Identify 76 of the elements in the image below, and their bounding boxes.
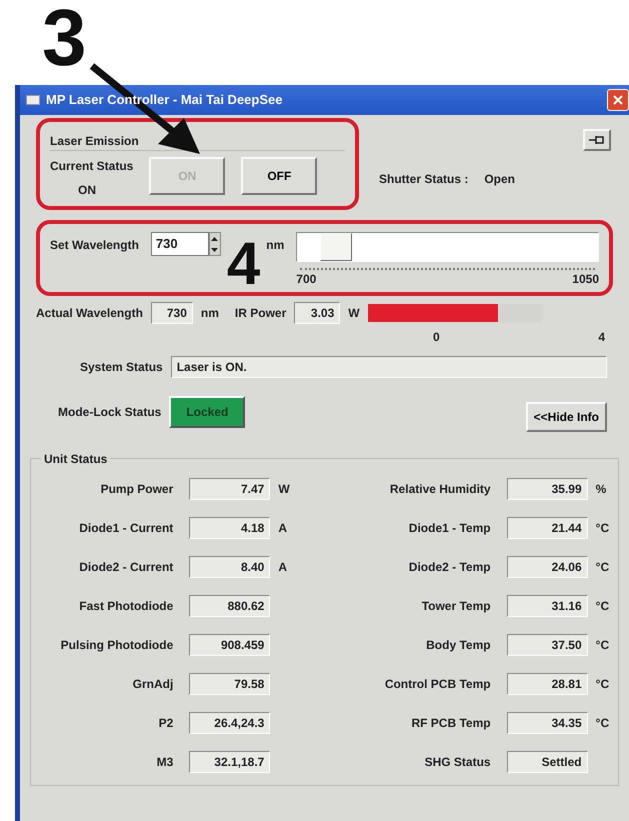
close-icon [613, 95, 623, 105]
readout-field: 37.50 [506, 634, 588, 656]
readout-field: 24.06 [506, 556, 588, 578]
field-label: Diode2 - Current [78, 558, 174, 576]
pin-button[interactable] [583, 129, 611, 151]
scale-label: 1050 [572, 271, 599, 288]
unit-label: A [277, 520, 288, 536]
unit-label: nm [266, 237, 284, 254]
system-status-label: System Status [80, 359, 163, 376]
slider-thumb[interactable] [320, 233, 352, 261]
mode-lock-label: Mode-Lock Status [58, 404, 162, 421]
annotation-number: 4 [226, 240, 260, 288]
field-label: P2 [158, 714, 174, 732]
field-label: Diode1 - Temp [408, 520, 491, 536]
readout-field: 35.99 [506, 478, 588, 500]
field-label: Body Temp [425, 636, 491, 654]
field-label: Pulsing Photodiode [60, 636, 174, 654]
field-label: Relative Humidity [388, 480, 491, 498]
off-button[interactable]: OFF [241, 157, 318, 195]
unit-label: °C [594, 714, 610, 732]
unit-label: A [277, 558, 288, 576]
field-label: Diode1 - Current [78, 520, 174, 536]
status-label: Current Status [50, 158, 134, 175]
up-arrow-icon [211, 236, 218, 240]
readout-field: Settled [506, 750, 588, 772]
field-label: Diode2 - Temp [408, 558, 491, 576]
shutter-value: Open [484, 171, 516, 188]
field-label: RF PCB Temp [410, 714, 491, 732]
unit-label: °C [594, 636, 610, 654]
field-label: Tower Temp [420, 598, 491, 614]
unit-label: nm [200, 305, 219, 322]
unit-label: °C [594, 598, 610, 614]
spin-button[interactable] [208, 232, 221, 256]
readout-field: 21.44 [506, 516, 588, 538]
close-button[interactable] [607, 89, 629, 111]
unit-label: W [348, 305, 360, 322]
readout-field: 7.47 [189, 478, 270, 500]
unit-label: °C [594, 520, 610, 536]
field-label: Control PCB Temp [384, 676, 491, 692]
field-label: Fast Photodiode [78, 598, 174, 614]
pin-icon [589, 135, 605, 145]
hide-info-button[interactable]: <<Hide Info [526, 402, 607, 432]
readout-field: 31.16 [506, 594, 588, 616]
readout-field: 28.81 [506, 672, 588, 694]
field-label: GrnAdj [132, 676, 174, 692]
readout-field: 3.03 [294, 302, 340, 324]
down-arrow-icon [211, 248, 218, 252]
readout-field: 79.58 [189, 672, 270, 694]
status-value: ON [77, 182, 97, 199]
readout-field: 32.1,18.7 [189, 750, 270, 772]
readout-field: 880.62 [189, 594, 270, 616]
readout-field: 34.35 [506, 712, 588, 734]
scale-label: 700 [296, 271, 316, 288]
scale-label: 0 [433, 329, 440, 346]
readout-field: 730 [150, 302, 193, 324]
unit-label: °C [594, 558, 610, 576]
field-label: SHG Status [424, 754, 491, 770]
field-label: M3 [156, 754, 174, 770]
wavelength-input[interactable]: 730 [150, 232, 209, 256]
ir-power-label: IR Power [234, 305, 286, 322]
scale-label: 4 [598, 329, 605, 346]
readout-field: 8.40 [189, 556, 270, 578]
shutter-label: Shutter Status : [379, 171, 468, 188]
readout-field: 908.459 [189, 634, 270, 656]
system-status-field: Laser is ON. [170, 356, 607, 378]
unit-label: °C [594, 676, 610, 692]
readout-field: 4.18 [189, 516, 270, 538]
actual-wavelength-label: Actual Wavelength [36, 305, 143, 322]
window-icon [26, 95, 40, 105]
mode-lock-indicator: Locked [169, 396, 246, 428]
field-label: Pump Power [100, 480, 174, 498]
set-wavelength-label: Set Wavelength [50, 237, 139, 254]
annotation-number: 3 [42, 0, 86, 78]
unit-label: % [594, 480, 608, 498]
unit-label: W [277, 480, 291, 498]
readout-field: 26.4,24.3 [189, 712, 270, 734]
